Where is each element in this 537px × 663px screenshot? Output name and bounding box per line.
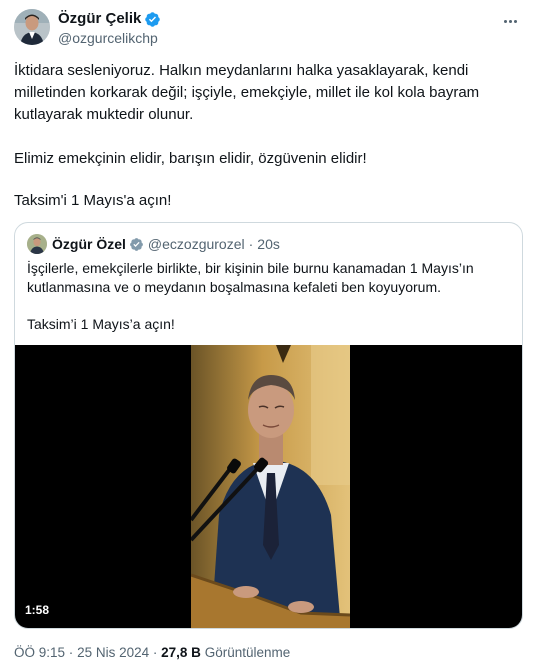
tweet-header: Özgür Çelik @ozgurcelikchp bbox=[14, 9, 524, 49]
video-thumbnail bbox=[191, 345, 350, 628]
tweet-paragraph-2: Elimiz emekçinin elidir, barışın elidir,… bbox=[14, 150, 367, 167]
quoted-author-handle[interactable]: @eczozgurozel bbox=[148, 236, 245, 252]
author-avatar[interactable] bbox=[14, 9, 50, 45]
more-options-icon[interactable] bbox=[500, 11, 520, 31]
video-duration: 1:58 bbox=[25, 603, 50, 617]
tweet-date[interactable]: 25 Nis 2024 bbox=[77, 645, 149, 660]
quoted-author-avatar[interactable] bbox=[27, 234, 47, 254]
tweet: Özgür Çelik @ozgurcelikchp İktidara sesl… bbox=[0, 0, 537, 663]
meta-separator: · bbox=[152, 645, 158, 660]
quoted-tweet-header: Özgür Özel @eczozgurozel · 20s bbox=[27, 234, 280, 254]
quoted-text-2: Taksim’i 1 Mayıs’a açın! bbox=[27, 316, 175, 332]
video-player[interactable]: 1:58 bbox=[15, 345, 522, 628]
quoted-separator: · bbox=[248, 236, 254, 252]
views-label: Görüntülenme bbox=[204, 645, 291, 660]
tweet-paragraph-1: İktidara sesleniyoruz. Halkın meydanları… bbox=[14, 62, 480, 123]
tweet-paragraph-3: Taksim'i 1 Mayıs'a açın! bbox=[14, 192, 172, 209]
views-count: 27,8 B bbox=[161, 645, 201, 660]
tweet-meta: ÖÖ 9:15 · 25 Nis 2024 · 27,8 B Görüntüle… bbox=[14, 645, 290, 660]
tweet-text: İktidara sesleniyoruz. Halkın meydanları… bbox=[14, 60, 519, 209]
author-display-name[interactable]: Özgür Çelik bbox=[58, 10, 141, 28]
verified-badge-icon bbox=[129, 237, 143, 251]
quoted-text: İşçilerle, emekçilerle birlikte, bir kiş… bbox=[27, 260, 474, 295]
quoted-author-display-name[interactable]: Özgür Özel bbox=[52, 236, 126, 252]
quoted-time[interactable]: 20s bbox=[257, 236, 280, 252]
tweet-time[interactable]: ÖÖ 9:15 bbox=[14, 645, 65, 660]
author-handle[interactable]: @ozgurcelikchp bbox=[58, 29, 161, 47]
meta-separator: · bbox=[68, 645, 74, 660]
verified-badge-icon bbox=[145, 11, 161, 27]
author-names: Özgür Çelik @ozgurcelikchp bbox=[58, 9, 161, 49]
quoted-tweet[interactable]: Özgür Özel @eczozgurozel · 20s İşçilerle… bbox=[14, 222, 523, 629]
